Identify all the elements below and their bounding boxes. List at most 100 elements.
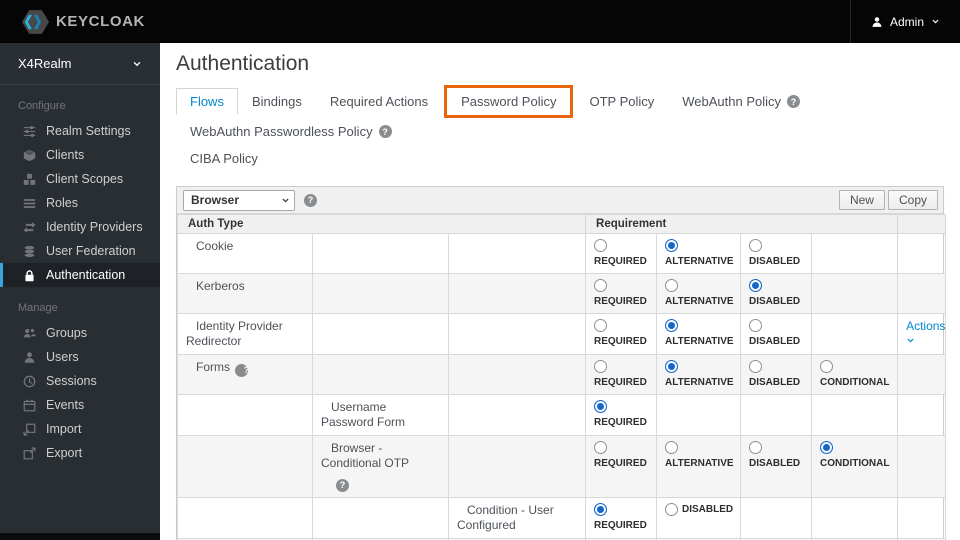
auth-type-name: Forms bbox=[196, 360, 230, 374]
auth-type-cell: Cookie bbox=[177, 233, 313, 274]
brand-name: KEYCLOAK bbox=[56, 13, 145, 30]
sidebar-item-events[interactable]: Events bbox=[0, 393, 160, 417]
tab-required-actions[interactable]: Required Actions bbox=[316, 88, 442, 115]
help-icon[interactable]: ? bbox=[304, 193, 317, 207]
radio-disabled[interactable] bbox=[749, 360, 763, 373]
auth-type-cell: Kerberos bbox=[177, 273, 313, 314]
table-header-row: Auth Type Requirement bbox=[176, 214, 947, 234]
radio-required[interactable] bbox=[594, 360, 608, 373]
auth-type-cell: Forms? bbox=[177, 354, 313, 395]
help-icon[interactable]: ? bbox=[336, 479, 349, 492]
radio-alternative[interactable] bbox=[665, 319, 679, 332]
radio-alternative[interactable] bbox=[665, 239, 679, 252]
flow-select[interactable]: Browser bbox=[183, 189, 295, 211]
sidebar-item-label: Export bbox=[46, 446, 83, 460]
tab-flows[interactable]: Flows bbox=[176, 88, 238, 115]
requirement-empty-cell bbox=[740, 497, 813, 539]
flow-table-card: Browser ? New Copy Auth Type Requirement… bbox=[176, 186, 947, 540]
radio-label: REQUIRED bbox=[594, 296, 647, 307]
requirement-empty-cell bbox=[811, 233, 899, 274]
radio-disabled[interactable] bbox=[749, 319, 763, 332]
sidebar-item-groups[interactable]: Groups bbox=[0, 321, 160, 345]
radio-label: ALTERNATIVE bbox=[665, 256, 734, 267]
radio-required[interactable] bbox=[594, 400, 608, 413]
radio-alternative[interactable] bbox=[665, 279, 679, 292]
flow-row-kerberos: Kerberos REQUIRED ALTERNATIVE DISABLED bbox=[177, 273, 947, 314]
auth-type-spacer-cell bbox=[177, 497, 313, 539]
tab-bar: Flows Bindings Required Actions Password Po… bbox=[176, 85, 944, 172]
copy-button[interactable]: Copy bbox=[887, 190, 938, 210]
sidebar-item-roles[interactable]: Roles bbox=[0, 191, 160, 215]
sidebar-item-user-federation[interactable]: User Federation bbox=[0, 239, 160, 263]
tab-password-policy[interactable]: Password Policy bbox=[447, 88, 570, 115]
radio-label: REQUIRED bbox=[594, 336, 647, 347]
requirement-cell: ALTERNATIVE bbox=[656, 233, 742, 274]
radio-label: ALTERNATIVE bbox=[665, 336, 734, 347]
radio-conditional[interactable] bbox=[820, 441, 834, 454]
user-menu[interactable]: Admin bbox=[849, 0, 960, 43]
export-icon bbox=[22, 446, 37, 460]
requirement-cell: REQUIRED bbox=[585, 497, 658, 539]
radio-required[interactable] bbox=[594, 279, 608, 292]
sidebar-item-label: User Federation bbox=[46, 244, 136, 258]
keycloak-logo[interactable]: KEYCLOAK bbox=[0, 9, 145, 34]
import-icon bbox=[22, 423, 37, 436]
radio-disabled[interactable] bbox=[749, 239, 763, 252]
clock-icon bbox=[22, 375, 37, 388]
tab-label: Flows bbox=[190, 94, 224, 109]
sidebar-item-authentication[interactable]: Authentication bbox=[0, 263, 160, 287]
sidebar-item-label: Users bbox=[46, 350, 79, 364]
radio-disabled[interactable] bbox=[665, 503, 679, 516]
requirement-cell: DISABLED bbox=[740, 354, 813, 395]
sidebar-item-client-scopes[interactable]: Client Scopes bbox=[0, 167, 160, 191]
auth-type-name: Username Password Form bbox=[321, 400, 406, 429]
sidebar-item-users[interactable]: Users bbox=[0, 345, 160, 369]
tab-webauthn-policy[interactable]: WebAuthn Policy? bbox=[668, 88, 814, 115]
tab-bindings[interactable]: Bindings bbox=[238, 88, 316, 115]
requirement-cell: REQUIRED bbox=[585, 233, 658, 274]
sidebar-item-import[interactable]: Import bbox=[0, 417, 160, 441]
realm-selector[interactable]: X4Realm bbox=[0, 43, 160, 85]
help-icon[interactable]: ? bbox=[235, 364, 249, 377]
database-icon bbox=[22, 245, 37, 258]
tab-ciba-policy[interactable]: CIBA Policy bbox=[176, 145, 272, 172]
auth-type-header: Auth Type bbox=[176, 214, 587, 234]
radio-required[interactable] bbox=[594, 319, 608, 332]
sliders-icon bbox=[22, 125, 37, 138]
sidebar-footer bbox=[0, 533, 160, 540]
tab-otp-policy[interactable]: OTP Policy bbox=[575, 88, 668, 115]
radio-label: ALTERNATIVE bbox=[665, 458, 734, 469]
auth-type-name: Cookie bbox=[196, 239, 234, 253]
radio-required[interactable] bbox=[594, 503, 608, 516]
radio-alternative[interactable] bbox=[665, 441, 679, 454]
sidebar-item-clients[interactable]: Clients bbox=[0, 143, 160, 167]
auth-type-name: Kerberos bbox=[196, 279, 245, 293]
radio-disabled[interactable] bbox=[749, 441, 763, 454]
requirement-cell: ALTERNATIVE bbox=[656, 435, 742, 498]
sidebar-item-realm-settings[interactable]: Realm Settings bbox=[0, 119, 160, 143]
sidebar-item-export[interactable]: Export bbox=[0, 441, 160, 465]
help-icon[interactable]: ? bbox=[787, 95, 801, 108]
sidebar-item-label: Roles bbox=[46, 196, 78, 210]
sidebar-item-label: Realm Settings bbox=[46, 124, 131, 138]
tab-webauthn-passwordless-policy[interactable]: WebAuthn Passwordless Policy? bbox=[176, 118, 406, 145]
help-icon[interactable]: ? bbox=[378, 125, 392, 138]
radio-required[interactable] bbox=[594, 239, 608, 252]
keycloak-admin-console: KEYCLOAK Admin X4Realm Configure Realm Se… bbox=[0, 0, 960, 540]
requirement-cell: CONDITIONAL bbox=[811, 435, 899, 498]
sidebar-item-sessions[interactable]: Sessions bbox=[0, 369, 160, 393]
new-button[interactable]: New bbox=[838, 190, 885, 210]
flow-toolbar: Browser ? New Copy bbox=[177, 187, 943, 214]
sidebar-item-identity-providers[interactable]: Identity Providers bbox=[0, 215, 160, 239]
auth-type-spacer-cell bbox=[177, 394, 313, 436]
radio-conditional[interactable] bbox=[820, 360, 834, 373]
toolbar-buttons: New Copy bbox=[838, 190, 940, 210]
auth-type-cell: Browser - Conditional OTP? bbox=[312, 435, 449, 498]
radio-alternative[interactable] bbox=[665, 360, 679, 373]
sidebar-item-label: Groups bbox=[46, 326, 87, 340]
radio-disabled[interactable] bbox=[749, 279, 763, 292]
cube-icon bbox=[22, 149, 37, 162]
actions-dropdown[interactable]: Actions bbox=[906, 319, 945, 333]
radio-required[interactable] bbox=[594, 441, 608, 454]
chevron-down-icon bbox=[132, 59, 142, 69]
